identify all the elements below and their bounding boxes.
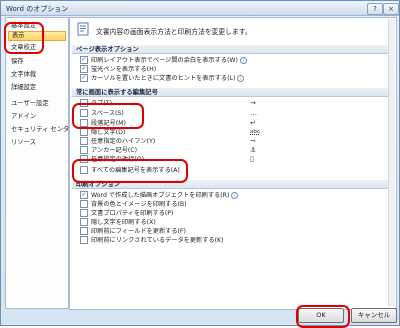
checkbox[interactable] (80, 208, 88, 217)
ok-button[interactable]: OK (298, 308, 344, 323)
option-page-margin[interactable]: ✓ 印刷レイアウト表示でページ間の余白を表示する(W) i (80, 55, 247, 65)
checkbox[interactable] (80, 217, 88, 226)
option-label: 蛍光ペンを表示する(H) (91, 66, 157, 73)
window-title: Word のオプション (6, 5, 69, 13)
checkbox[interactable] (80, 235, 88, 244)
sidebar-item-proofing[interactable]: 文章校正 (8, 43, 66, 53)
option-label: 隠し文字(D) (91, 129, 126, 136)
option-label: 印刷前にフィールドを更新する(F) (91, 228, 186, 235)
cancel-button[interactable]: キャンセル (351, 308, 397, 323)
close-button[interactable]: × (383, 3, 399, 15)
checkbox[interactable] (80, 145, 88, 154)
panel-header: 文書内容の画面表示方法と印刷方法を変更します。 (74, 21, 390, 39)
option-highlighter[interactable]: ✓ 蛍光ペンを表示する(H) (80, 64, 157, 74)
option-label: タブ(T) (91, 100, 112, 107)
checkbox[interactable]: ✓ (80, 55, 88, 64)
checkbox[interactable] (80, 154, 88, 163)
mark-tab[interactable]: タブ(T) (80, 98, 112, 108)
panel-description: 文書内容の画面表示方法と印刷方法を変更します。 (96, 28, 252, 36)
option-label: アンカー記号(C) (91, 147, 138, 154)
option-label: Word で作成した描画オブジェクトを印刷する(R) (91, 192, 230, 199)
option-label: 段落記号(M) (91, 120, 126, 127)
info-icon: i (231, 192, 239, 199)
print-hidden-text[interactable]: 隠し文字を印刷する(X) (80, 217, 156, 227)
print-background[interactable]: 背景の色とイメージを印刷する(B) (80, 199, 187, 209)
checkbox[interactable] (80, 165, 88, 174)
options-dialog: Word のオプション ? × 基本設定 表示 文章校正 保存 文字体裁 詳細設… (0, 0, 400, 326)
option-label: 背景の色とイメージを印刷する(B) (91, 201, 187, 208)
sidebar-item-resources[interactable]: リソース (8, 138, 66, 148)
mark-show-all[interactable]: すべての編集記号を表示する(A) (80, 165, 180, 175)
print-update-fields[interactable]: 印刷前にフィールドを更新する(F) (80, 226, 186, 236)
sidebar-item-display[interactable]: 表示 (8, 31, 66, 41)
tab-mark-icon: → (250, 99, 256, 107)
option-label: 文書プロパティを印刷する(P) (91, 210, 174, 217)
mark-optional-break[interactable]: 任意指定の改行(O) (80, 154, 145, 164)
option-label: 任意指定のハイフン(Y) (91, 138, 156, 145)
main-panel: 文書内容の画面表示方法と印刷方法を変更します。 ページ表示オプション ✓ 印刷レイ… (69, 17, 397, 310)
anchor-icon: ⚓ (250, 146, 257, 154)
checkbox[interactable]: ✓ (80, 64, 88, 73)
mark-anchor[interactable]: アンカー記号(C) (80, 145, 138, 155)
checkbox[interactable] (80, 118, 88, 127)
sidebar-item-addins[interactable]: アドイン (8, 112, 66, 122)
option-label: カーソルを置いたときに文書のヒントを表示する(L) (91, 75, 236, 82)
info-icon: i (237, 75, 245, 82)
checkbox[interactable] (80, 136, 88, 145)
checkbox[interactable] (80, 226, 88, 235)
hyphen-mark-icon: ¬ (250, 137, 256, 145)
checkbox[interactable]: ✓ (80, 190, 88, 199)
sidebar-item-trust-center[interactable]: セキュリティ センター (8, 125, 76, 135)
optional-break-icon: ▯ (250, 155, 254, 163)
title-bar: Word のオプション ? × (1, 1, 399, 16)
option-document-tooltips[interactable]: ✓ カーソルを置いたときに文書のヒントを表示する(L) i (80, 73, 245, 83)
option-label: 任意指定の改行(O) (91, 156, 145, 163)
option-label: すべての編集記号を表示する(A) (91, 167, 180, 174)
checkbox[interactable] (80, 108, 88, 117)
checkbox[interactable] (80, 98, 88, 107)
mark-space[interactable]: スペース(S) (80, 108, 124, 118)
option-label: 印刷レイアウト表示でページ間の余白を表示する(W) (91, 57, 238, 64)
paragraph-mark-icon: ↵ (250, 119, 256, 127)
scrollbar[interactable] (388, 19, 395, 306)
space-mark-icon: … (250, 109, 257, 117)
option-label: 隠し文字を印刷する(X) (91, 219, 156, 226)
sidebar-item-advanced[interactable]: 詳細設定 (8, 83, 66, 93)
section-print-options: 印刷オプション (72, 180, 392, 189)
sidebar-item-customize[interactable]: ユーザー設定 (8, 99, 66, 109)
print-update-links[interactable]: 印刷前にリンクされているデータを更新する(K) (80, 235, 224, 245)
section-page-display: ページ表示オプション (72, 45, 392, 54)
checkbox[interactable]: ✓ (80, 73, 88, 82)
mark-optional-hyphen[interactable]: 任意指定のハイフン(Y) (80, 136, 156, 146)
sidebar-item-save[interactable]: 保存 (8, 57, 66, 67)
info-icon: i (239, 57, 247, 64)
print-properties[interactable]: 文書プロパティを印刷する(P) (80, 208, 174, 218)
option-label: 印刷前にリンクされているデータを更新する(K) (91, 237, 224, 244)
hidden-text-mark-icon: abc (250, 129, 260, 135)
sidebar-item-typography[interactable]: 文字体裁 (8, 70, 66, 80)
sidebar: 基本設定 表示 文章校正 保存 文字体裁 詳細設定 ユーザー設定 アドイン セキ… (5, 17, 76, 309)
section-formatting-marks: 常に画面に表示する編集記号 (72, 88, 392, 97)
help-button[interactable]: ? (367, 3, 383, 15)
display-page-icon (77, 22, 89, 36)
checkbox[interactable] (80, 199, 88, 208)
sidebar-item-basic[interactable]: 基本設定 (8, 21, 66, 31)
checkbox[interactable] (80, 127, 88, 136)
print-drawings[interactable]: ✓ Word で作成した描画オブジェクトを印刷する(R) i (80, 190, 239, 200)
option-label: スペース(S) (91, 110, 124, 117)
